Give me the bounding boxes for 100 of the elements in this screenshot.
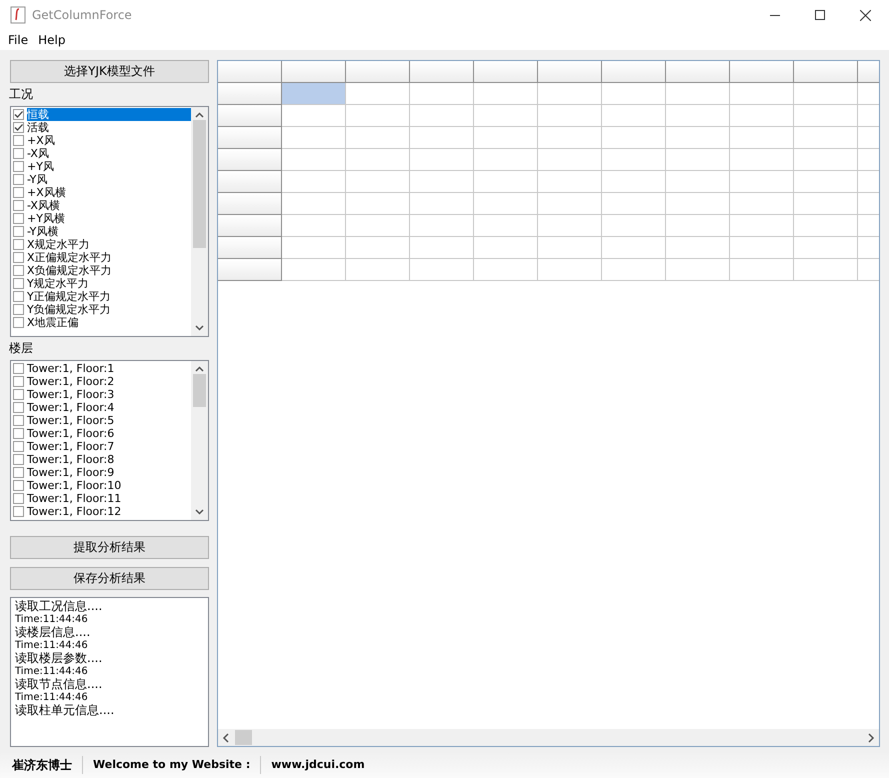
list-item[interactable]: Tower:1, Floor:11 — [27, 492, 126, 505]
list-item[interactable]: X地震正偏 — [27, 316, 83, 329]
table-cell[interactable] — [730, 83, 794, 105]
close-icon[interactable] — [860, 10, 871, 20]
table-cell[interactable] — [410, 193, 474, 215]
table-cell[interactable] — [474, 259, 538, 281]
table-cell[interactable] — [794, 259, 858, 281]
status-text[interactable]: www.jdcui.com — [261, 756, 375, 774]
scroll-thumb[interactable] — [193, 374, 206, 407]
table-cell[interactable] — [474, 171, 538, 193]
table-cell[interactable] — [730, 105, 794, 127]
table-cell[interactable] — [730, 215, 794, 237]
row-header[interactable] — [218, 171, 282, 193]
table-cell[interactable] — [666, 127, 730, 149]
list-item[interactable]: X规定水平力 — [27, 238, 94, 251]
scroll-up-icon[interactable] — [195, 366, 204, 372]
checkbox[interactable] — [13, 226, 24, 237]
scroll-right-icon[interactable] — [867, 732, 875, 742]
table-cell[interactable] — [666, 171, 730, 193]
checkbox[interactable] — [13, 109, 24, 120]
table-cell[interactable] — [666, 149, 730, 171]
list-item[interactable]: +Y风横 — [27, 212, 69, 225]
table-cell[interactable] — [410, 83, 474, 105]
table-cell[interactable] — [282, 259, 346, 281]
table-cell[interactable] — [794, 149, 858, 171]
checkbox[interactable] — [13, 428, 24, 439]
row-header[interactable] — [218, 237, 282, 259]
table-cell[interactable] — [602, 215, 666, 237]
list-item[interactable]: -X风 — [27, 147, 53, 160]
action-button[interactable]: 提取分析结果 — [10, 536, 209, 559]
table-cell[interactable] — [794, 237, 858, 259]
checkbox[interactable] — [13, 135, 24, 146]
table-cell[interactable] — [538, 127, 602, 149]
column-header[interactable] — [666, 61, 730, 83]
row-header[interactable] — [218, 193, 282, 215]
list-item[interactable]: Tower:1, Floor:8 — [27, 453, 118, 466]
row-header[interactable] — [218, 105, 282, 127]
table-cell[interactable] — [730, 259, 794, 281]
table-cell[interactable] — [282, 127, 346, 149]
scroll-thumb[interactable] — [193, 120, 206, 248]
table-cell[interactable] — [730, 193, 794, 215]
checkbox[interactable] — [13, 252, 24, 263]
table-cell[interactable] — [474, 149, 538, 171]
list-item[interactable]: Tower:1, Floor:1 — [27, 362, 118, 375]
table-cell[interactable] — [282, 215, 346, 237]
row-header[interactable] — [218, 127, 282, 149]
table-cell[interactable] — [282, 83, 346, 105]
column-header[interactable] — [282, 61, 346, 83]
table-cell[interactable] — [602, 127, 666, 149]
table-cell[interactable] — [794, 193, 858, 215]
list-item[interactable]: Y正偏规定水平力 — [27, 290, 115, 303]
table-cell[interactable] — [794, 105, 858, 127]
table-cell[interactable] — [282, 237, 346, 259]
table-cell[interactable] — [666, 105, 730, 127]
table-cell[interactable] — [410, 259, 474, 281]
select-file-button[interactable]: 选择YJK模型文件 — [10, 60, 209, 83]
list-item[interactable]: -X风横 — [27, 199, 64, 212]
list-item[interactable]: +Y风 — [27, 160, 58, 173]
checkbox[interactable] — [13, 317, 24, 328]
list-item[interactable]: Tower:1, Floor:6 — [27, 427, 118, 440]
list-item[interactable]: Tower:1, Floor:9 — [27, 466, 118, 479]
table-cell[interactable] — [794, 127, 858, 149]
list-item[interactable]: Tower:1, Floor:2 — [27, 375, 118, 388]
checkbox[interactable] — [13, 402, 24, 413]
header-cell[interactable] — [218, 61, 282, 83]
checkbox[interactable] — [13, 161, 24, 172]
scroll-down-icon[interactable] — [195, 509, 204, 515]
checkbox[interactable] — [13, 278, 24, 289]
table-cell[interactable] — [410, 215, 474, 237]
column-header[interactable] — [346, 61, 410, 83]
table-cell[interactable] — [346, 171, 410, 193]
table-cell[interactable] — [346, 259, 410, 281]
table-cell[interactable] — [474, 105, 538, 127]
checkbox[interactable] — [13, 239, 24, 250]
table-cell[interactable] — [602, 149, 666, 171]
table-cell[interactable] — [666, 237, 730, 259]
menu-item[interactable]: Help — [33, 33, 70, 47]
scrollbar[interactable] — [191, 107, 208, 336]
table-cell[interactable] — [410, 237, 474, 259]
column-header[interactable] — [538, 61, 602, 83]
table-cell[interactable] — [602, 105, 666, 127]
list-item[interactable]: +X风 — [27, 134, 59, 147]
list-item[interactable]: Y规定水平力 — [27, 277, 93, 290]
table-cell[interactable] — [282, 171, 346, 193]
table-cell[interactable] — [794, 171, 858, 193]
table-cell[interactable] — [730, 127, 794, 149]
row-header[interactable] — [218, 149, 282, 171]
column-header[interactable] — [410, 61, 474, 83]
checkbox[interactable] — [13, 376, 24, 387]
table-cell[interactable] — [730, 149, 794, 171]
column-header[interactable] — [730, 61, 794, 83]
table-cell[interactable] — [538, 83, 602, 105]
table-cell[interactable] — [730, 237, 794, 259]
table-cell[interactable] — [474, 237, 538, 259]
scroll-down-icon[interactable] — [195, 325, 204, 331]
table-cell[interactable] — [602, 83, 666, 105]
table-cell[interactable] — [666, 193, 730, 215]
list-item[interactable]: Tower:1, Floor:7 — [27, 440, 118, 453]
checkbox[interactable] — [13, 363, 24, 374]
list-item[interactable]: X负偏规定水平力 — [27, 264, 116, 277]
